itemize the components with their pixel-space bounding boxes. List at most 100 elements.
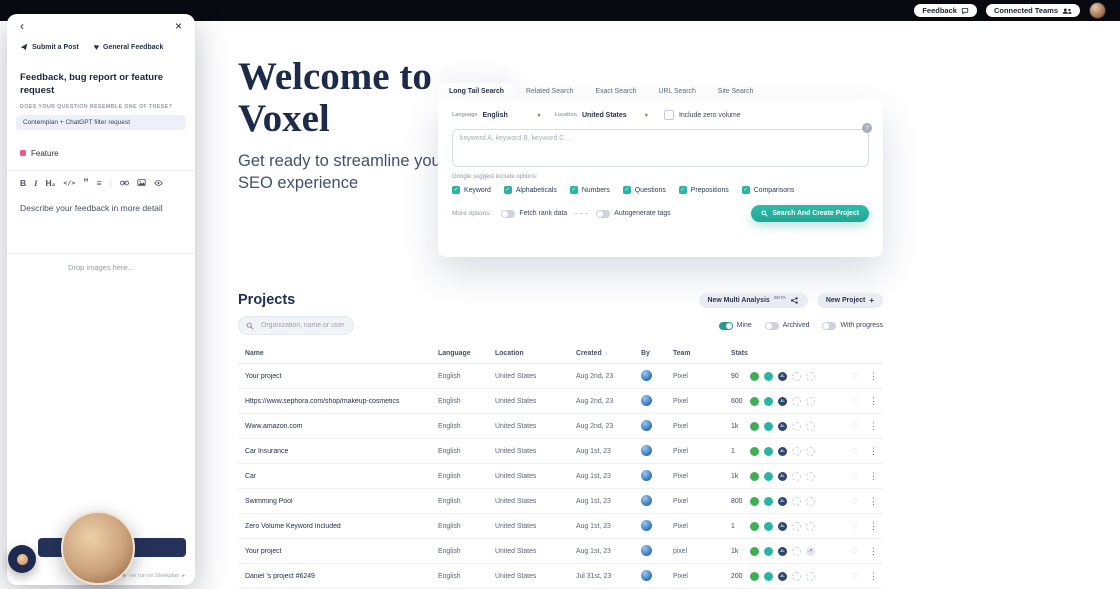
badge-teal[interactable] bbox=[764, 396, 773, 406]
option-keyword[interactable]: ✓ Keyword bbox=[452, 186, 491, 194]
row-menu-icon[interactable]: ⋮ bbox=[869, 471, 880, 481]
badge-green[interactable] bbox=[750, 496, 759, 506]
option-comparisons[interactable]: ✓ Comparisons bbox=[741, 186, 794, 194]
badge-empty[interactable] bbox=[792, 571, 801, 581]
user-avatar[interactable] bbox=[1089, 2, 1106, 19]
col-created[interactable]: Created ↑ bbox=[576, 350, 641, 357]
close-icon[interactable]: × bbox=[175, 20, 182, 32]
tab-exact-search[interactable]: Exact Search bbox=[585, 83, 648, 99]
badge-green[interactable] bbox=[750, 546, 759, 556]
zero-volume-checkbox[interactable]: Include zero volume bbox=[663, 110, 741, 120]
badge-empty[interactable] bbox=[792, 496, 801, 506]
badge-initials[interactable]: JL bbox=[778, 396, 787, 406]
filter-archived[interactable]: Archived bbox=[764, 321, 809, 330]
badge-empty[interactable] bbox=[806, 471, 815, 481]
badge-initials[interactable]: JL bbox=[778, 571, 787, 581]
badge-shared-icon[interactable]: ↗ bbox=[806, 546, 815, 556]
option-alphabeticals[interactable]: ✓ Alphabeticals bbox=[503, 186, 557, 194]
row-menu-icon[interactable]: ⋮ bbox=[869, 421, 880, 431]
badge-green[interactable] bbox=[750, 396, 759, 406]
favorite-icon[interactable]: ♡ bbox=[851, 422, 858, 431]
fetch-rank-toggle[interactable]: Fetch rank data bbox=[501, 209, 567, 218]
tab-long-tail-search[interactable]: Long Tail Search bbox=[438, 83, 516, 99]
new-multi-analysis-button[interactable]: New Multi Analysis BETA bbox=[698, 292, 808, 308]
option-prepositions[interactable]: ✓ Prepositions bbox=[678, 186, 729, 194]
row-menu-icon[interactable]: ⋮ bbox=[869, 396, 880, 406]
badge-initials[interactable]: JL bbox=[778, 496, 787, 506]
badge-initials[interactable]: JL bbox=[778, 421, 787, 431]
badge-empty[interactable] bbox=[806, 396, 815, 406]
badge-empty[interactable] bbox=[806, 496, 815, 506]
favorite-icon[interactable]: ♡ bbox=[851, 472, 858, 481]
feedback-button[interactable]: Feedback bbox=[914, 4, 977, 17]
badge-teal[interactable] bbox=[764, 371, 773, 381]
badge-teal[interactable] bbox=[764, 571, 773, 581]
quote-icon[interactable]: ” bbox=[83, 177, 89, 188]
badge-empty[interactable] bbox=[792, 446, 801, 456]
projects-search[interactable] bbox=[238, 316, 354, 335]
badge-initials[interactable]: JL bbox=[778, 546, 787, 556]
favorite-icon[interactable]: ♡ bbox=[851, 547, 858, 556]
favorite-icon[interactable]: ♡ bbox=[851, 372, 858, 381]
back-icon[interactable]: ‹ bbox=[20, 20, 24, 32]
filter-mine[interactable]: Mine bbox=[718, 321, 752, 330]
language-select[interactable]: English ▾ bbox=[482, 112, 540, 119]
image-icon[interactable] bbox=[137, 179, 146, 187]
italic-icon[interactable]: I bbox=[34, 178, 37, 188]
drop-images-zone[interactable]: Drop images here... bbox=[7, 263, 195, 272]
tab-url-search[interactable]: URL Search bbox=[648, 83, 707, 99]
heading-icon[interactable]: H₂ bbox=[45, 178, 55, 188]
badge-teal[interactable] bbox=[764, 421, 773, 431]
favorite-icon[interactable]: ♡ bbox=[851, 572, 858, 581]
table-row[interactable]: Www.amazon.com English United States Aug… bbox=[238, 414, 883, 439]
badge-green[interactable] bbox=[750, 471, 759, 481]
list-icon[interactable]: ≡ bbox=[97, 178, 102, 188]
row-menu-icon[interactable]: ⋮ bbox=[869, 571, 880, 581]
badge-empty[interactable] bbox=[806, 421, 815, 431]
option-numbers[interactable]: ✓ Numbers bbox=[569, 186, 610, 194]
row-menu-icon[interactable]: ⋮ bbox=[869, 521, 880, 531]
option-questions[interactable]: ✓ Questions bbox=[622, 186, 666, 194]
search-create-project-button[interactable]: Search And Create Project bbox=[751, 205, 869, 222]
favorite-icon[interactable]: ♡ bbox=[851, 447, 858, 456]
badge-green[interactable] bbox=[750, 571, 759, 581]
table-row[interactable]: Your project English United States Aug 1… bbox=[238, 539, 883, 564]
favorite-icon[interactable]: ♡ bbox=[851, 522, 858, 531]
badge-empty[interactable] bbox=[792, 546, 801, 556]
connected-teams-button[interactable]: Connected Teams bbox=[985, 4, 1080, 17]
projects-search-input[interactable] bbox=[259, 321, 346, 330]
new-project-button[interactable]: New Project + bbox=[816, 292, 883, 308]
row-menu-icon[interactable]: ⋮ bbox=[869, 446, 880, 456]
location-select[interactable]: United States ▾ bbox=[582, 112, 648, 119]
table-row[interactable]: Swimming Pool English United States Aug … bbox=[238, 489, 883, 514]
link-icon[interactable] bbox=[119, 180, 129, 186]
badge-initials[interactable]: JL bbox=[778, 446, 787, 456]
help-icon[interactable]: ? bbox=[862, 123, 872, 133]
badge-teal[interactable] bbox=[764, 521, 773, 531]
table-row[interactable]: Car English United States Aug 1st, 23 Pi… bbox=[238, 464, 883, 489]
badge-green[interactable] bbox=[750, 371, 759, 381]
filter-with-progress[interactable]: With progress bbox=[822, 321, 883, 330]
badge-initials[interactable]: JL bbox=[778, 371, 787, 381]
table-row[interactable]: Https://www.sephora.com/shop/makeup-cosm… bbox=[238, 389, 883, 414]
keywords-input[interactable] bbox=[452, 129, 869, 167]
table-row[interactable]: Zero Volume Keyword Included English Uni… bbox=[238, 514, 883, 539]
favorite-icon[interactable]: ♡ bbox=[851, 497, 858, 506]
badge-empty[interactable] bbox=[792, 421, 801, 431]
tab-submit-post[interactable]: Submit a Post bbox=[20, 43, 79, 51]
table-row[interactable]: Car Insurance English United States Aug … bbox=[238, 439, 883, 464]
bold-icon[interactable]: B bbox=[20, 178, 26, 188]
badge-teal[interactable] bbox=[764, 496, 773, 506]
badge-empty[interactable] bbox=[792, 371, 801, 381]
badge-initials[interactable]: JL bbox=[778, 471, 787, 481]
row-menu-icon[interactable]: ⋮ bbox=[869, 546, 880, 556]
code-icon[interactable]: </> bbox=[63, 179, 75, 187]
row-menu-icon[interactable]: ⋮ bbox=[869, 496, 880, 506]
badge-teal[interactable] bbox=[764, 546, 773, 556]
suggestion-item[interactable]: Contemplan + ChatGPT filter request bbox=[16, 114, 186, 130]
autogenerate-tags-toggle[interactable]: Autogenerate tags bbox=[596, 209, 671, 218]
tag-selector[interactable]: Feature bbox=[20, 149, 182, 158]
badge-teal[interactable] bbox=[764, 446, 773, 456]
badge-empty[interactable] bbox=[806, 571, 815, 581]
badge-teal[interactable] bbox=[764, 471, 773, 481]
